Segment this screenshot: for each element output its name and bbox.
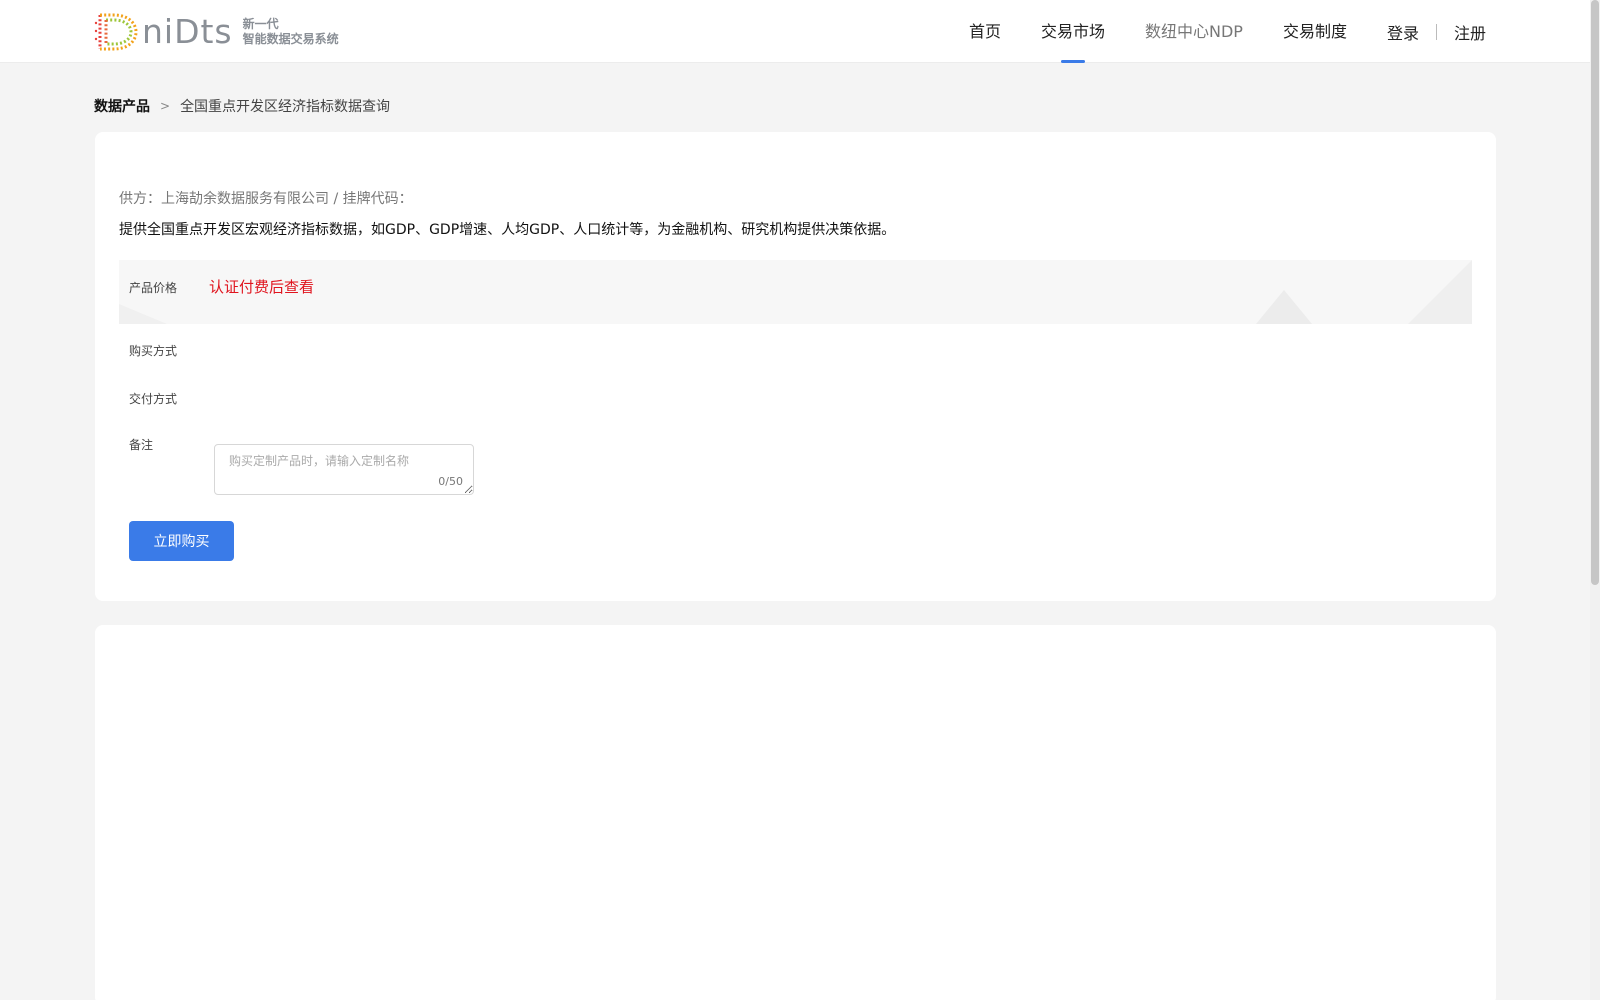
nav-item-market[interactable]: 交易市场 — [1041, 0, 1105, 63]
remark-field: 0/50 — [214, 444, 474, 495]
buy-now-button[interactable]: 立即购买 — [129, 521, 234, 561]
logo-d-icon — [94, 13, 138, 51]
supplier-line: 供方：上海劼余数据服务有限公司 / 挂牌代码： — [119, 191, 413, 207]
logo-tagline-line-2: 智能数据交易系统 — [242, 32, 339, 46]
product-card: 供方：上海劼余数据服务有限公司 / 挂牌代码： 提供全国重点开发区宏观经济指标数… — [95, 132, 1496, 601]
breadcrumb-root[interactable]: 数据产品 — [94, 96, 150, 116]
login-link[interactable]: 登录 — [1387, 20, 1419, 44]
delivery-method-label: 交付方式 — [129, 392, 178, 406]
remark-input[interactable] — [215, 445, 473, 494]
product-detail-panel — [95, 625, 1496, 1000]
logo-tagline: 新一代 智能数据交易系统 — [243, 17, 339, 47]
nav-item-home[interactable]: 首页 — [969, 0, 1001, 63]
auth-divider — [1435, 23, 1437, 40]
logo-wordmark: niDts — [142, 12, 233, 51]
main-nav: 首页 交易市场 数纽中心NDP 交易制度 登录 注册 — [929, 0, 1486, 63]
scrollbar-thumb[interactable] — [1591, 0, 1599, 585]
auth-links: 登录 注册 — [1387, 20, 1486, 44]
price-value: 认证付费后查看 — [209, 278, 315, 296]
remark-label: 备注 — [129, 438, 154, 452]
nav-item-rules[interactable]: 交易制度 — [1283, 0, 1347, 63]
site-logo[interactable]: niDts 新一代 智能数据交易系统 — [94, 10, 339, 54]
price-band — [119, 260, 1472, 324]
decor-triangle-shape — [1256, 290, 1312, 324]
decor-left-shape — [119, 304, 167, 324]
remark-counter: 0/50 — [438, 475, 463, 488]
top-header: niDts 新一代 智能数据交易系统 首页 交易市场 数纽中心NDP 交易制度 … — [0, 0, 1590, 63]
register-link[interactable]: 注册 — [1454, 20, 1486, 44]
nav-item-ndp[interactable]: 数纽中心NDP — [1145, 0, 1243, 63]
price-label: 产品价格 — [129, 281, 178, 295]
chevron-right-icon: > — [160, 99, 171, 113]
logo-tagline-line-1: 新一代 — [242, 17, 279, 31]
purchase-method-label: 购买方式 — [129, 344, 178, 358]
product-description: 提供全国重点开发区宏观经济指标数据，如GDP、GDP增速、人均GDP、人口统计等… — [119, 222, 896, 238]
breadcrumb-current: 全国重点开发区经济指标数据查询 — [180, 99, 391, 115]
page-scrollbar[interactable] — [1590, 0, 1600, 1000]
decor-corner-shape — [1408, 260, 1472, 324]
breadcrumb: 数据产品 > 全国重点开发区经济指标数据查询 — [94, 96, 390, 116]
